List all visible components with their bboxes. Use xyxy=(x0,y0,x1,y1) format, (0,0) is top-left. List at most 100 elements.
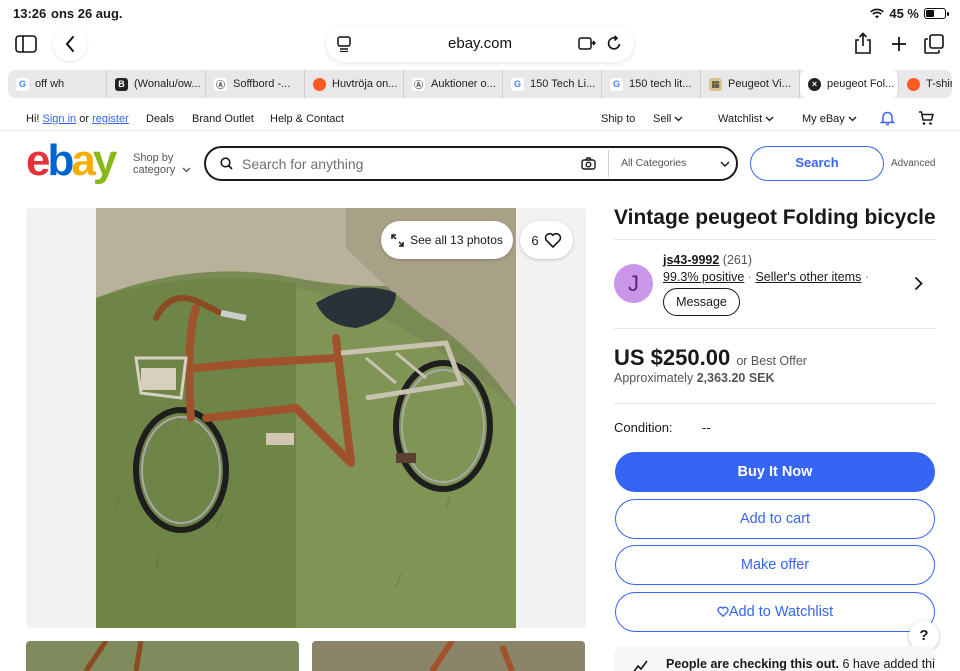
add-to-watchlist-label: Add to Watchlist xyxy=(728,604,834,620)
browser-tab[interactable]: Ⓐ Auktioner o... xyxy=(404,70,503,98)
avatar[interactable]: J xyxy=(614,264,653,303)
watchlist-link[interactable]: Watchlist xyxy=(718,113,774,125)
listing-title: Vintage peugeot Folding bicycle xyxy=(614,206,936,229)
sign-in-link[interactable]: Sign in xyxy=(43,113,77,125)
price: US $250.00 or Best Offer xyxy=(614,345,807,371)
buy-it-now-button[interactable]: Buy It Now xyxy=(615,452,935,492)
chevron-down-icon[interactable] xyxy=(720,161,730,168)
close-icon[interactable]: × xyxy=(808,77,821,91)
battery-percent: 45 % xyxy=(889,6,919,21)
browser-tab[interactable]: G 150 Tech Li... xyxy=(503,70,602,98)
logo-letter: b xyxy=(47,136,74,185)
watch-button[interactable]: 6 xyxy=(520,221,573,259)
search-bar: Search for anything All Categories xyxy=(204,146,738,181)
heart-icon xyxy=(717,606,729,618)
positive-feedback-link[interactable]: 99.3% positive xyxy=(663,270,744,284)
browser-tab[interactable]: × peugeot Fol... xyxy=(800,70,899,98)
condition-value: -- xyxy=(702,420,711,435)
bicycle-photo[interactable] xyxy=(96,208,516,628)
gallery-thumbnail[interactable] xyxy=(312,641,585,671)
chevron-down-icon xyxy=(674,116,683,122)
gallery-thumbnail[interactable] xyxy=(26,641,299,671)
browser-tab[interactable]: B (Wonalu/ow... xyxy=(107,70,206,98)
brand-outlet-link[interactable]: Brand Outlet xyxy=(192,113,254,125)
cart-icon[interactable] xyxy=(918,110,934,126)
status-bar: 13:26 ons 26 aug. 45 % xyxy=(0,0,960,26)
status-right: 45 % xyxy=(870,6,949,21)
seller-name-link[interactable]: js43-9992 xyxy=(663,253,719,267)
message-button[interactable]: Message xyxy=(663,288,740,316)
search-icon xyxy=(220,157,233,170)
category-label: category xyxy=(133,164,191,176)
chevron-left-icon xyxy=(65,36,74,52)
browser-tab[interactable]: Ⓐ Soffbord -... xyxy=(206,70,305,98)
approx-price: Approximately 2,363.20 SEK xyxy=(614,371,775,385)
price-value: US $250.00 xyxy=(614,345,731,370)
logo-letter: a xyxy=(71,136,96,185)
browser-tab[interactable]: Goff wh xyxy=(8,70,107,98)
chevron-right-icon[interactable] xyxy=(914,276,923,291)
best-offer-label: or Best Offer xyxy=(736,354,807,368)
back-button[interactable] xyxy=(53,27,87,61)
see-all-photos-label: See all 13 photos xyxy=(410,233,503,247)
trending-icon xyxy=(633,660,648,671)
new-tab-icon[interactable] xyxy=(882,27,916,61)
category-text: category xyxy=(133,164,176,176)
search-button[interactable]: Search xyxy=(750,146,884,181)
ship-to-link[interactable]: Ship to xyxy=(601,113,635,125)
a-icon: Ⓐ xyxy=(412,77,425,91)
tab-overview-icon[interactable] xyxy=(917,27,951,61)
add-to-cart-button[interactable]: Add to cart xyxy=(615,499,935,539)
status-date: ons 26 aug. xyxy=(51,6,123,21)
browser-tab[interactable]: ▦ Peugeot Vi... xyxy=(701,70,800,98)
help-contact-link[interactable]: Help & Contact xyxy=(270,113,344,125)
orange-icon xyxy=(313,77,326,91)
seller-links: 99.3% positive · Seller's other items · xyxy=(663,270,869,284)
browser-tab-title: off wh xyxy=(35,78,65,90)
address-bar[interactable]: ebay.com xyxy=(326,26,634,62)
share-icon[interactable] xyxy=(846,26,880,60)
separator-dot: · xyxy=(864,270,870,284)
greeting-hi: Hi! xyxy=(26,113,40,125)
sidebar-icon[interactable] xyxy=(9,27,43,61)
sell-link[interactable]: Sell xyxy=(653,113,683,125)
see-all-photos-button[interactable]: See all 13 photos xyxy=(381,221,513,259)
translate-icon[interactable] xyxy=(578,36,596,51)
google-icon: G xyxy=(16,77,29,91)
register-link[interactable]: register xyxy=(92,113,129,125)
orange-icon xyxy=(907,77,920,91)
camera-icon[interactable] xyxy=(581,157,596,170)
greeting-or: or xyxy=(79,113,89,125)
ebay-logo[interactable]: ebay xyxy=(26,139,117,183)
tab-bar: Goff wh B (Wonalu/ow... Ⓐ Soffbord -... Huvtr… xyxy=(8,70,952,98)
browser-tab[interactable]: T-shirt - ba... xyxy=(899,70,952,98)
add-to-watchlist-button[interactable]: Add to Watchlist xyxy=(615,592,935,632)
watch-count: 6 xyxy=(531,232,539,248)
google-icon: G xyxy=(610,77,623,91)
divider xyxy=(614,403,935,404)
bell-icon[interactable] xyxy=(880,110,895,126)
deals-link[interactable]: Deals xyxy=(146,113,174,125)
shop-by-label: Shop by xyxy=(133,152,174,164)
reload-icon[interactable] xyxy=(607,35,622,51)
browser-tab[interactable]: Huvtröja on... xyxy=(305,70,404,98)
browser-tab-title: (Wonalu/ow... xyxy=(134,78,201,90)
search-input[interactable]: Search for anything xyxy=(242,156,363,172)
my-ebay-link[interactable]: My eBay xyxy=(802,113,857,125)
search-divider xyxy=(608,150,609,177)
category-select[interactable]: All Categories xyxy=(621,157,686,169)
status-time: 13:26 xyxy=(13,6,47,21)
sell-label: Sell xyxy=(653,113,672,125)
browser-tab-title: 150 tech lit... xyxy=(629,78,692,90)
browser-tab[interactable]: G 150 tech lit... xyxy=(602,70,701,98)
make-offer-button[interactable]: Make offer xyxy=(615,545,935,585)
shop-by-category[interactable]: Shop by category xyxy=(133,152,191,176)
b-icon: B xyxy=(115,77,128,91)
activity-notice-bold: People are checking this out. xyxy=(666,657,839,671)
logo-letter: e xyxy=(26,136,51,185)
image-gallery[interactable] xyxy=(26,208,586,628)
advanced-search-link[interactable]: Advanced xyxy=(891,158,935,169)
wifi-icon xyxy=(870,8,885,19)
activity-notice-text: People are checking this out. 6 have add… xyxy=(666,657,935,671)
seller-other-items-link[interactable]: Seller's other items xyxy=(755,270,861,284)
